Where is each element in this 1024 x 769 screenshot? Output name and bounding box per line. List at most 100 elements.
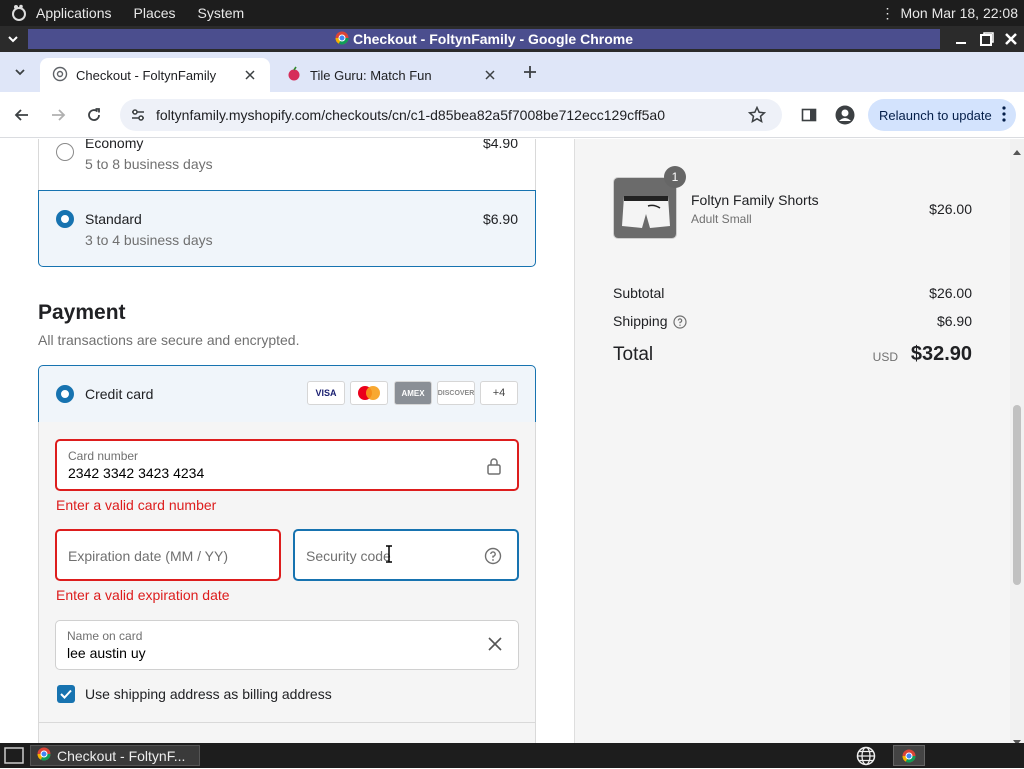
total-currency: USD bbox=[872, 350, 898, 364]
menu-applications[interactable]: Applications bbox=[36, 5, 112, 21]
expiration-date-error: Enter a valid expiration date bbox=[56, 587, 230, 603]
shipping-option-standard[interactable]: Standard 3 to 4 business days $6.90 bbox=[38, 190, 536, 267]
window-titlebar: Checkout - FoltynFamily - Google Chrome bbox=[0, 26, 1024, 52]
standard-price: $6.90 bbox=[482, 211, 518, 227]
window-title: Checkout - FoltynFamily - Google Chrome bbox=[352, 31, 634, 47]
scroll-up-arrow-icon[interactable] bbox=[1013, 142, 1021, 160]
checkout-main: Economy 5 to 8 business days $4.90 Stand… bbox=[0, 139, 574, 743]
more-card-logos: +4 bbox=[480, 381, 518, 405]
minimize-icon[interactable] bbox=[952, 30, 970, 48]
window-menu-chevron-icon[interactable] bbox=[4, 30, 22, 48]
economy-radio[interactable] bbox=[56, 143, 74, 161]
tab-checkout[interactable]: Checkout - FoltynFamily bbox=[40, 58, 270, 92]
text-cursor-icon bbox=[385, 545, 393, 568]
subtotal-value: $26.00 bbox=[929, 285, 972, 301]
tab-title: Checkout - FoltynFamily bbox=[76, 67, 217, 83]
side-panel-icon[interactable] bbox=[797, 103, 821, 127]
standard-name: Standard bbox=[85, 211, 142, 227]
panel-more-icon[interactable]: ⋮ bbox=[880, 5, 894, 22]
relaunch-button[interactable]: Relaunch to update bbox=[868, 99, 1016, 131]
standard-eta: 3 to 4 business days bbox=[85, 232, 213, 248]
scroll-down-arrow-icon[interactable] bbox=[1013, 733, 1021, 743]
url-text: foltynfamily.myshopify.com/checkouts/cn/… bbox=[156, 107, 665, 123]
subtotal-label: Subtotal bbox=[613, 285, 665, 301]
page-scrollbar[interactable] bbox=[1010, 139, 1024, 743]
card-number-label: Card number bbox=[68, 449, 139, 463]
profile-avatar-icon[interactable] bbox=[833, 103, 857, 127]
window-title-area: Checkout - FoltynFamily - Google Chrome bbox=[28, 29, 940, 49]
order-summary: 1 Foltyn Family Shorts Adult Small $26.0… bbox=[574, 139, 1010, 743]
name-on-card-label: Name on card bbox=[67, 629, 143, 643]
panel-clock[interactable]: Mon Mar 18, 22:08 bbox=[900, 5, 1018, 21]
page-content: Economy 5 to 8 business days $4.90 Stand… bbox=[0, 139, 1024, 743]
payment-method-credit-card[interactable]: Credit card VISA AMEX DISCOVER +4 bbox=[38, 365, 536, 423]
tab-strip: Checkout - FoltynFamily Tile Guru: Match… bbox=[0, 52, 1024, 92]
forward-arrow-icon[interactable] bbox=[46, 103, 70, 127]
tray-chrome-icon[interactable] bbox=[893, 745, 925, 766]
mastercard-logo bbox=[350, 381, 388, 405]
discover-logo: DISCOVER bbox=[437, 381, 475, 405]
shipping-help-icon[interactable] bbox=[673, 315, 687, 334]
close-tab-icon[interactable] bbox=[243, 67, 258, 83]
network-globe-icon[interactable] bbox=[856, 746, 876, 769]
taskbar-chrome-window[interactable]: Checkout - FoltynF... bbox=[30, 745, 200, 766]
security-code-field[interactable]: Security code bbox=[293, 529, 519, 581]
bookmark-star-icon[interactable] bbox=[747, 105, 767, 127]
economy-eta: 5 to 8 business days bbox=[85, 156, 213, 172]
payment-subheading: All transactions are secure and encrypte… bbox=[38, 332, 300, 348]
gnome-foot-icon[interactable] bbox=[6, 0, 32, 26]
reload-icon[interactable] bbox=[82, 103, 106, 127]
expiration-date-placeholder: Expiration date (MM / YY) bbox=[68, 548, 229, 564]
close-window-icon[interactable] bbox=[1002, 30, 1020, 48]
chrome-menu-icon[interactable] bbox=[1002, 106, 1006, 125]
tab-tile-guru[interactable]: Tile Guru: Match Fun bbox=[274, 58, 510, 92]
clear-x-icon[interactable] bbox=[488, 637, 502, 656]
address-bar[interactable]: foltynfamily.myshopify.com/checkouts/cn/… bbox=[120, 99, 782, 131]
fruit-favicon-icon bbox=[286, 66, 302, 85]
help-question-icon[interactable] bbox=[484, 547, 502, 570]
credit-card-label: Credit card bbox=[85, 386, 154, 402]
browser-toolbar: foltynfamily.myshopify.com/checkouts/cn/… bbox=[0, 92, 1024, 138]
name-on-card-field[interactable]: Name on card lee austin uy bbox=[55, 620, 519, 670]
maximize-icon[interactable] bbox=[978, 30, 996, 48]
payment-heading: Payment bbox=[38, 301, 126, 324]
scrollbar-thumb[interactable] bbox=[1013, 405, 1021, 585]
product-price: $26.00 bbox=[929, 201, 972, 217]
economy-price: $4.90 bbox=[482, 139, 518, 151]
show-desktop-icon[interactable] bbox=[4, 747, 24, 767]
globe-icon bbox=[52, 66, 68, 85]
relaunch-label: Relaunch to update bbox=[879, 107, 992, 123]
lock-icon bbox=[486, 457, 502, 480]
close-tab-icon[interactable] bbox=[482, 67, 498, 83]
tab-search-chevron-icon[interactable] bbox=[8, 60, 32, 84]
total-label: Total bbox=[613, 344, 654, 365]
site-info-icon[interactable] bbox=[130, 107, 146, 126]
back-arrow-icon[interactable] bbox=[10, 103, 34, 127]
billing-address-checkbox[interactable] bbox=[57, 685, 75, 703]
name-on-card-value: lee austin uy bbox=[67, 645, 146, 661]
chrome-logo-icon bbox=[37, 747, 51, 764]
expiration-date-field[interactable]: Expiration date (MM / YY) bbox=[55, 529, 281, 581]
bottom-taskbar: Checkout - FoltynF... bbox=[0, 743, 1024, 768]
shipping-value: $6.90 bbox=[936, 313, 972, 329]
menu-places[interactable]: Places bbox=[134, 5, 176, 21]
billing-address-label: Use shipping address as billing address bbox=[85, 686, 332, 702]
product-thumbnail bbox=[613, 177, 677, 239]
economy-name: Economy bbox=[85, 139, 144, 151]
shipping-option-economy[interactable]: Economy 5 to 8 business days $4.90 bbox=[38, 139, 536, 191]
product-variant: Adult Small bbox=[691, 212, 752, 226]
divider bbox=[38, 722, 536, 723]
security-code-placeholder: Security code bbox=[306, 548, 391, 564]
shipping-label: Shipping bbox=[613, 313, 668, 329]
new-tab-plus-icon[interactable] bbox=[518, 60, 542, 84]
quantity-badge: 1 bbox=[664, 166, 686, 188]
card-number-value: 2342 3342 3423 4234 bbox=[68, 465, 205, 481]
chrome-logo-icon bbox=[335, 31, 349, 48]
card-number-field[interactable]: Card number 2342 3342 3423 4234 bbox=[55, 439, 519, 491]
menu-system[interactable]: System bbox=[198, 5, 245, 21]
amex-logo: AMEX bbox=[394, 381, 432, 405]
gnome-top-panel: Applications Places System ⋮ Mon Mar 18,… bbox=[0, 0, 1024, 26]
credit-card-radio[interactable] bbox=[56, 385, 74, 403]
taskbar-task-label: Checkout - FoltynF... bbox=[57, 747, 186, 764]
standard-radio[interactable] bbox=[56, 210, 74, 228]
